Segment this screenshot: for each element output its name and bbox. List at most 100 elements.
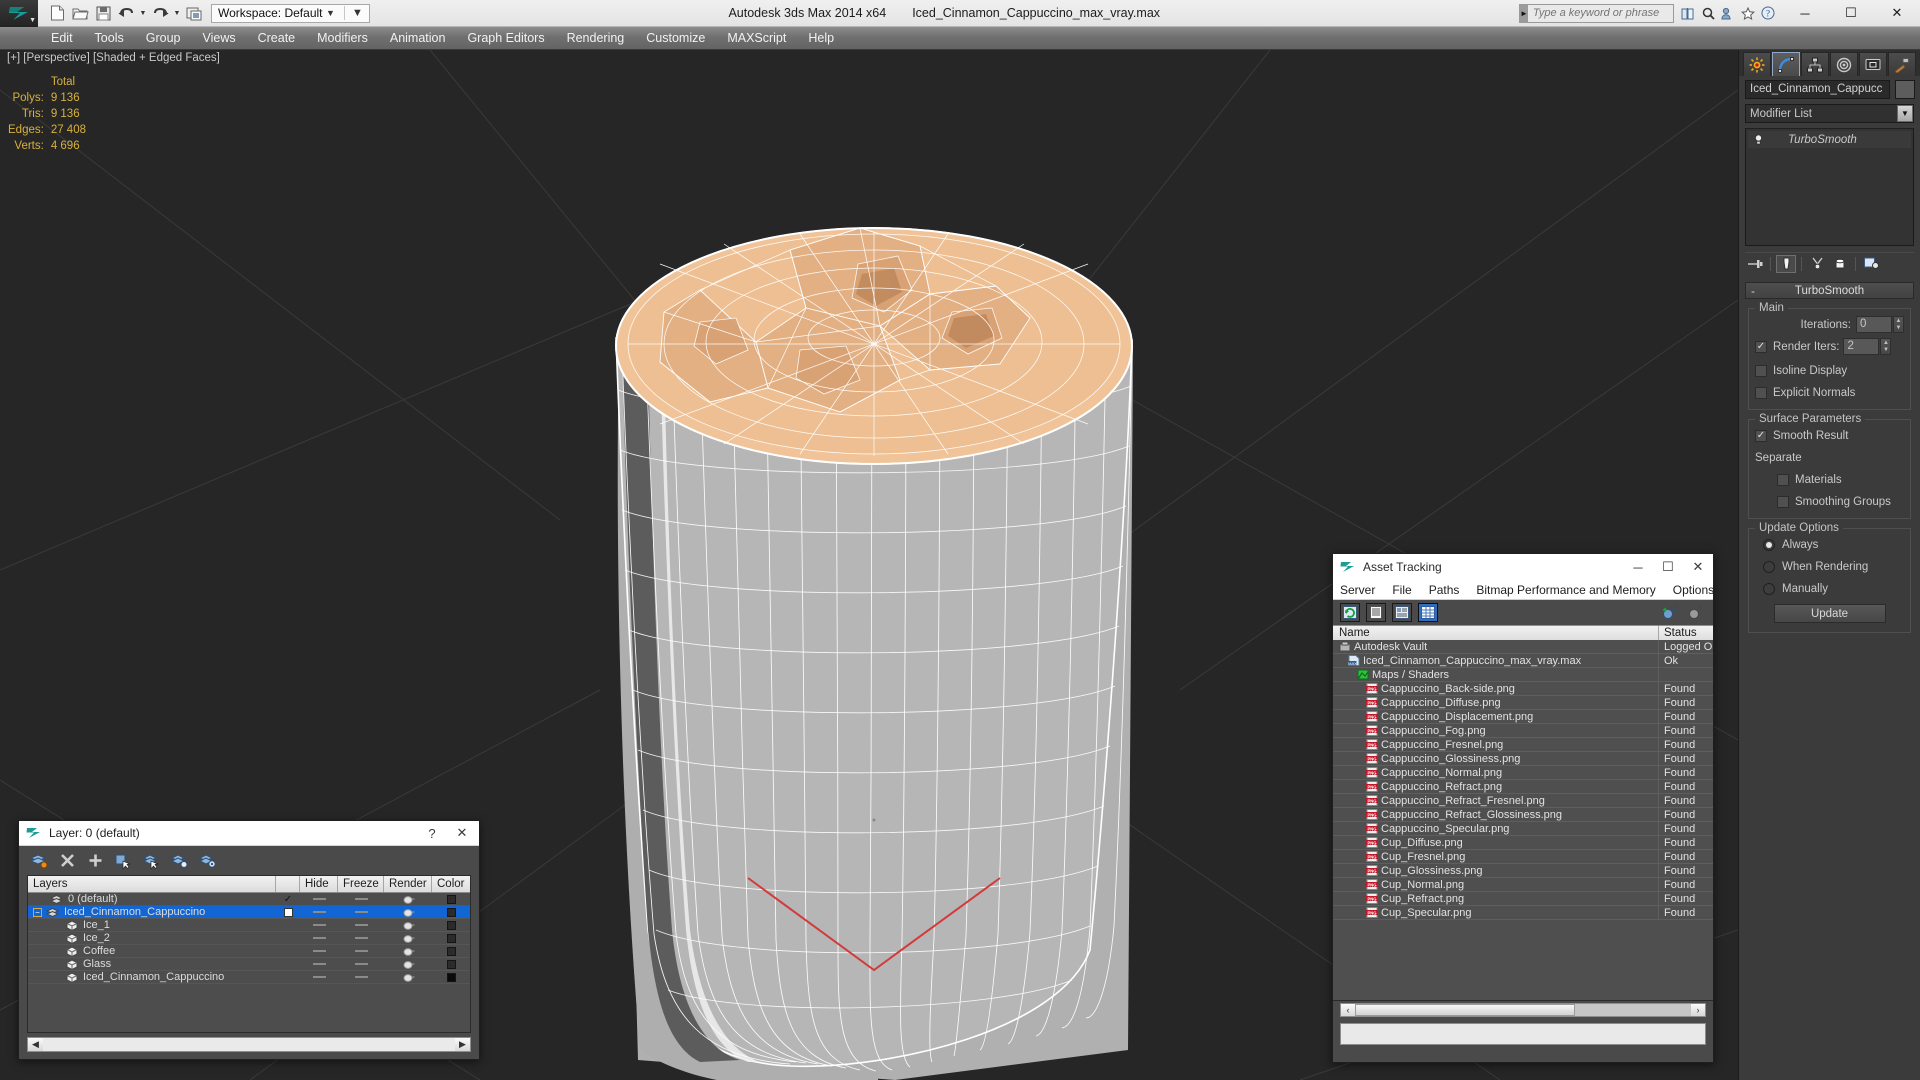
open-icon[interactable]: [69, 3, 91, 24]
asset-menu-bitmap[interactable]: Bitmap Performance and Memory: [1476, 583, 1655, 597]
table-row[interactable]: Coffee: [28, 945, 470, 958]
workspace-menu-icon[interactable]: ▼: [350, 7, 366, 19]
hide-toggle[interactable]: [300, 919, 338, 932]
table-row[interactable]: Ice_2: [28, 932, 470, 945]
undo-icon[interactable]: [115, 3, 137, 24]
hide-toggle[interactable]: [300, 932, 338, 945]
object-name-field[interactable]: Iced_Cinnamon_Cappucc: [1745, 80, 1890, 99]
menu-item-rendering[interactable]: Rendering: [556, 27, 636, 50]
render-iters-checkbox[interactable]: ✓: [1755, 340, 1767, 353]
manually-radio[interactable]: [1763, 582, 1775, 595]
current-layer-check[interactable]: [276, 971, 300, 984]
table-row[interactable]: Ice_1: [28, 919, 470, 932]
menu-item-graph-editors[interactable]: Graph Editors: [456, 27, 555, 50]
select-highlighted-icon[interactable]: [140, 851, 162, 871]
isoline-display-checkbox[interactable]: [1755, 364, 1767, 377]
render-toggle[interactable]: [384, 945, 432, 958]
menu-item-tools[interactable]: Tools: [84, 27, 135, 50]
col-freeze[interactable]: Freeze: [338, 876, 384, 892]
table-row[interactable]: 0 (default) ✓: [28, 893, 470, 906]
scroll-right-arrow-icon[interactable]: ▶: [455, 1038, 470, 1051]
hide-toggle[interactable]: [300, 958, 338, 971]
render-iters-spinner[interactable]: 2 ▲ ▼: [1843, 338, 1892, 355]
viewport-label[interactable]: [+] [Perspective] [Shaded + Edged Faces]: [7, 52, 220, 64]
maximize-button[interactable]: ☐: [1828, 0, 1874, 27]
when-rendering-radio[interactable]: [1763, 560, 1775, 573]
freeze-toggle[interactable]: [338, 893, 384, 906]
asset-scroll-left-icon[interactable]: ‹: [1341, 1004, 1355, 1016]
layer-horizontal-scrollbar[interactable]: ◀ ▶: [27, 1037, 471, 1052]
table-row[interactable]: Glass: [28, 958, 470, 971]
asset-list[interactable]: Autodesk Vault Logged Ou MAX Iced_Cinnamon_…: [1333, 640, 1713, 1001]
asset-menu-file[interactable]: File: [1392, 583, 1411, 597]
expander-icon[interactable]: −: [33, 907, 42, 917]
table-row[interactable]: PNG Cup_Specular.png Found: [1333, 905, 1713, 920]
menu-item-group[interactable]: Group: [135, 27, 192, 50]
layer-color-swatch[interactable]: [432, 971, 470, 984]
pin-stack-icon[interactable]: [1745, 255, 1765, 273]
menu-item-views[interactable]: Views: [191, 27, 246, 50]
configure-modifier-sets-icon[interactable]: [1861, 255, 1881, 273]
layer-color-swatch[interactable]: [432, 906, 470, 919]
update-button[interactable]: Update: [1773, 604, 1886, 623]
table-row[interactable]: Iced_Cinnamon_Cappuccino: [28, 971, 470, 984]
always-radio[interactable]: [1763, 538, 1775, 551]
query-help-icon[interactable]: ?: [1686, 603, 1706, 622]
render-iters-arrows[interactable]: ▲ ▼: [1880, 338, 1892, 355]
col-status[interactable]: Status: [1659, 626, 1713, 640]
current-layer-check[interactable]: [276, 958, 300, 971]
asset-dialog-titlebar[interactable]: Asset Tracking ─ ☐ ✕: [1333, 554, 1713, 580]
asset-menu-server[interactable]: Server: [1340, 583, 1375, 597]
layer-color-swatch[interactable]: [432, 945, 470, 958]
iterations-arrows[interactable]: ▲ ▼: [1893, 316, 1904, 333]
layer-dialog-titlebar[interactable]: Layer: 0 (default) ? ✕: [19, 821, 479, 846]
add-help-icon[interactable]: ?: [1660, 603, 1680, 622]
table-row[interactable]: PNG Cappuccino_Glossiness.png Found: [1333, 751, 1713, 766]
close-button[interactable]: ✕: [1874, 0, 1920, 27]
freeze-toggle[interactable]: [338, 958, 384, 971]
render-toggle[interactable]: [384, 893, 432, 906]
freeze-toggle[interactable]: [338, 919, 384, 932]
save-icon[interactable]: [92, 3, 114, 24]
layer-color-swatch[interactable]: [432, 893, 470, 906]
modifier-list-dropdown[interactable]: Modifier List ▼: [1745, 104, 1914, 123]
search-dropdown-icon[interactable]: ►: [1520, 4, 1528, 22]
table-row[interactable]: PNG Cappuccino_Back-side.png Found: [1333, 681, 1713, 696]
table-row[interactable]: PNG Cappuccino_Refract_Glossiness.png Foun…: [1333, 807, 1713, 822]
asset-menu-paths[interactable]: Paths: [1429, 583, 1460, 597]
table-row[interactable]: − Iced_Cinnamon_Cappuccino: [28, 906, 470, 919]
project-folder-icon[interactable]: [183, 3, 205, 24]
scroll-track[interactable]: [43, 1038, 455, 1051]
utilities-tab[interactable]: [1888, 52, 1916, 76]
asset-close-button[interactable]: ✕: [1683, 556, 1713, 579]
help-book-icon[interactable]: [1678, 3, 1698, 23]
table-row[interactable]: PNG Cappuccino_Fog.png Found: [1333, 723, 1713, 738]
asset-scroll-thumb[interactable]: [1355, 1004, 1575, 1016]
layer-list[interactable]: Layers Hide Freeze Render Color 0 (defau…: [27, 875, 471, 1033]
application-menu-button[interactable]: ▼: [0, 0, 38, 27]
table-row[interactable]: PNG Cappuccino_Diffuse.png Found: [1333, 695, 1713, 710]
asset-minimize-button[interactable]: ─: [1623, 556, 1653, 579]
menu-item-modifiers[interactable]: Modifiers: [306, 27, 379, 50]
table-row[interactable]: PNG Cappuccino_Fresnel.png Found: [1333, 737, 1713, 752]
col-layers[interactable]: Layers: [28, 876, 276, 892]
undo-dropdown-icon[interactable]: ▼: [138, 3, 148, 24]
make-unique-icon[interactable]: [1807, 255, 1827, 273]
layer-color-swatch[interactable]: [432, 958, 470, 971]
table-row[interactable]: PNG Cup_Refract.png Found: [1333, 891, 1713, 906]
table-row[interactable]: PNG Cappuccino_Displacement.png Found: [1333, 709, 1713, 724]
current-layer-check[interactable]: [276, 945, 300, 958]
favorite-icon[interactable]: [1738, 3, 1758, 23]
freeze-toggle[interactable]: [338, 971, 384, 984]
table-row[interactable]: PNG Cappuccino_Normal.png Found: [1333, 765, 1713, 780]
grid-view-icon[interactable]: [1418, 603, 1438, 622]
current-layer-check[interactable]: [276, 932, 300, 945]
workspace-caret-icon[interactable]: ▼: [323, 8, 339, 18]
layer-help-button[interactable]: ?: [417, 822, 447, 845]
scroll-left-arrow-icon[interactable]: ◀: [28, 1038, 43, 1051]
layer-close-button[interactable]: ✕: [447, 822, 477, 845]
create-tab[interactable]: [1743, 52, 1771, 76]
modifier-stack[interactable]: TurboSmooth: [1745, 128, 1914, 246]
menu-item-edit[interactable]: Edit: [40, 27, 84, 50]
freeze-toggle[interactable]: [338, 945, 384, 958]
